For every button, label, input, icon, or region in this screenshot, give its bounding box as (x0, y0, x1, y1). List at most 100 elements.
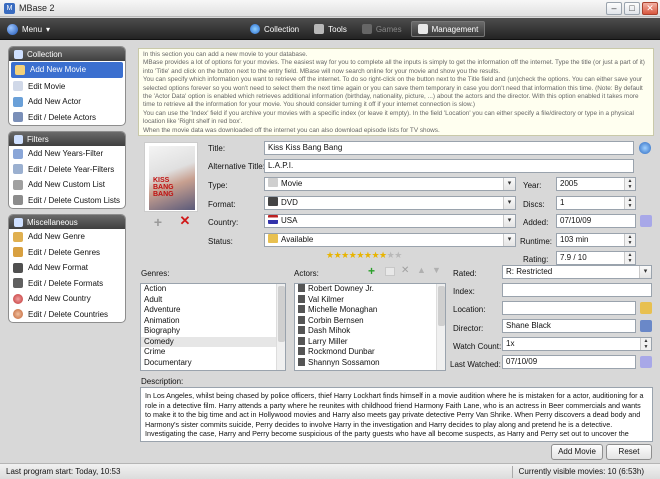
sidebar-item-add-country[interactable]: Add New Country (9, 291, 125, 307)
actor-list-item[interactable]: Shannyn Sossamon (295, 357, 445, 369)
stepper-arrows-icon[interactable]: ▲ ▼ (624, 252, 635, 264)
actor-list-item[interactable]: Robert Downey Jr. (295, 284, 445, 295)
cover-image[interactable]: KISS BANG BANG (144, 142, 198, 212)
filter-icon (14, 134, 23, 144)
actor-list-item[interactable]: Michelle Monaghan (295, 305, 445, 316)
genre-list-item[interactable]: Adventure (141, 305, 285, 316)
genre-list-item[interactable]: Documentary (141, 358, 285, 369)
sidebar-item-edit-countries[interactable]: Edit / Delete Countries (9, 307, 125, 323)
tab-management[interactable]: Management (410, 21, 486, 37)
star-icon[interactable]: ★ (371, 250, 379, 260)
actor-list-item[interactable]: Rockmond Dunbar (295, 347, 445, 358)
add-cover-icon[interactable]: + (152, 215, 164, 229)
sidebar-item-edit-actors[interactable]: Edit / Delete Actors (9, 110, 125, 126)
star-icon[interactable]: ★ (394, 250, 402, 260)
sidebar-item-add-format[interactable]: Add New Format (9, 260, 125, 276)
move-down-icon[interactable]: ▼ (432, 265, 442, 275)
tab-collection[interactable]: Collection (244, 21, 305, 37)
actor-list-item[interactable]: Val Kilmer (295, 294, 445, 306)
title-input[interactable]: Kiss Kiss Bang Bang (264, 141, 634, 155)
sidebar-item-label: Edit / Delete Custom Lists (28, 195, 121, 205)
discs-stepper[interactable]: 1 ▲ ▼ (556, 196, 636, 210)
actor-photo-icon (298, 357, 305, 366)
tab-tools[interactable]: Tools (308, 21, 353, 37)
star-icon[interactable]: ★ (326, 250, 334, 260)
genre-list-item[interactable]: Action (141, 284, 285, 295)
stepper-arrows-icon[interactable]: ▲ ▼ (640, 338, 651, 350)
actor-list-item[interactable]: Larry Miller (295, 336, 445, 348)
sidebar-item-edit-genres[interactable]: Edit / Delete Genres (9, 245, 125, 261)
last-watched-field[interactable]: 07/10/09 (502, 355, 636, 369)
stepper-arrows-icon[interactable]: ▲ ▼ (624, 234, 635, 246)
country-select[interactable]: USA ▾ (264, 214, 516, 228)
actors-list[interactable]: Robert Downey Jr. Val Kilmer Michelle Mona… (294, 283, 446, 371)
tab-games[interactable]: Games (356, 21, 408, 37)
minimize-button[interactable]: – (606, 2, 622, 15)
type-label: Type: (208, 181, 228, 190)
move-up-icon[interactable]: ▲ (417, 265, 427, 275)
director-info-icon[interactable] (640, 320, 652, 332)
sidebar-item-edit-formats[interactable]: Edit / Delete Formats (9, 276, 125, 292)
stepper-arrows-icon[interactable]: ▲ ▼ (624, 178, 635, 190)
star-icon[interactable]: ★ (356, 250, 364, 260)
browse-folder-icon[interactable] (640, 302, 652, 314)
star-icon[interactable]: ★ (379, 250, 387, 260)
maximize-button[interactable]: □ (624, 2, 640, 15)
index-input[interactable] (502, 283, 652, 297)
actor-list-item[interactable]: Corbin Bernsen (295, 315, 445, 327)
add-movie-button[interactable]: Add Movie (551, 444, 603, 460)
genre-list-item[interactable]: Animation (141, 316, 285, 327)
genres-scrollbar[interactable] (276, 284, 285, 370)
rating-stepper[interactable]: 7.9 / 10 ▲ ▼ (556, 251, 636, 265)
sidebar-item-add-new-movie[interactable]: Add New Movie (11, 62, 123, 78)
scrollbar-thumb[interactable] (278, 286, 285, 342)
description-textarea[interactable]: In Los Angeles, whilst being chased by p… (140, 387, 653, 442)
delete-actor-icon[interactable]: ✕ (401, 266, 411, 276)
menu-button[interactable]: Menu ▾ (7, 22, 50, 36)
rated-select[interactable]: R: Restricted ▾ (502, 265, 652, 279)
added-date-field[interactable]: 07/10/09 (556, 214, 636, 228)
genre-list-item[interactable]: Comedy (141, 336, 285, 347)
sidebar-item-add-years-filter[interactable]: Add New Years-Filter (9, 146, 125, 162)
rated-value: R: Restricted (506, 267, 553, 276)
location-input[interactable] (502, 301, 636, 315)
reset-button[interactable]: Reset (606, 444, 652, 460)
sidebar-item-add-new-actor[interactable]: Add New Actor (9, 94, 125, 110)
add-actor-icon[interactable]: + (368, 265, 378, 277)
calendar-icon[interactable] (640, 356, 652, 368)
sidebar-item-add-genre[interactable]: Add New Genre (9, 229, 125, 245)
actor-list-item[interactable]: Dash Mihok (295, 326, 445, 337)
format-select[interactable]: DVD ▾ (264, 196, 516, 210)
type-select[interactable]: Movie ▾ (264, 177, 516, 191)
list-edit-icon (13, 195, 23, 206)
sidebar-item-label: Edit / Delete Actors (28, 112, 97, 122)
genre-list-item[interactable]: Biography (141, 326, 285, 337)
delete-cover-icon[interactable]: ✕ (179, 214, 191, 227)
runtime-stepper[interactable]: 103 min ▲ ▼ (556, 233, 636, 247)
sidebar-item-edit-custom-lists[interactable]: Edit / Delete Custom Lists (9, 193, 125, 209)
alt-title-input[interactable]: L.A.P.I. (264, 159, 634, 173)
watch-count-stepper[interactable]: 1x ▲ ▼ (502, 337, 652, 351)
sidebar-item-label: Edit / Delete Year-Filters (28, 164, 115, 174)
user-edit-icon (13, 112, 23, 123)
status-select[interactable]: Available ▾ (264, 233, 516, 247)
country-label: Country: (208, 218, 239, 227)
scrollbar-thumb[interactable] (438, 286, 445, 326)
star-icon[interactable]: ★ (341, 250, 349, 260)
sidebar-item-edit-movie[interactable]: Edit Movie (9, 79, 125, 95)
sidebar-item-edit-year-filters[interactable]: Edit / Delete Year-Filters (9, 162, 125, 178)
director-input[interactable]: Shane Black (502, 319, 636, 333)
rating-stars[interactable]: ★★★★★★★★★★ (326, 250, 402, 261)
close-button[interactable]: ✕ (642, 2, 658, 15)
genre-list-item[interactable]: Crime (141, 347, 285, 358)
actors-scrollbar[interactable] (436, 284, 445, 370)
calendar-icon[interactable] (640, 215, 652, 227)
genres-list[interactable]: Action Adult Adventure Animation Biography Co… (140, 283, 286, 371)
globe-add-icon (13, 293, 23, 304)
sidebar-item-add-custom-list[interactable]: Add New Custom List (9, 177, 125, 193)
genre-list-item[interactable]: Adult (141, 295, 285, 306)
edit-actor-icon[interactable] (385, 267, 395, 276)
stepper-arrows-icon[interactable]: ▲ ▼ (624, 197, 635, 209)
year-stepper[interactable]: 2005 ▲ ▼ (556, 177, 636, 191)
search-online-icon[interactable] (639, 142, 651, 154)
